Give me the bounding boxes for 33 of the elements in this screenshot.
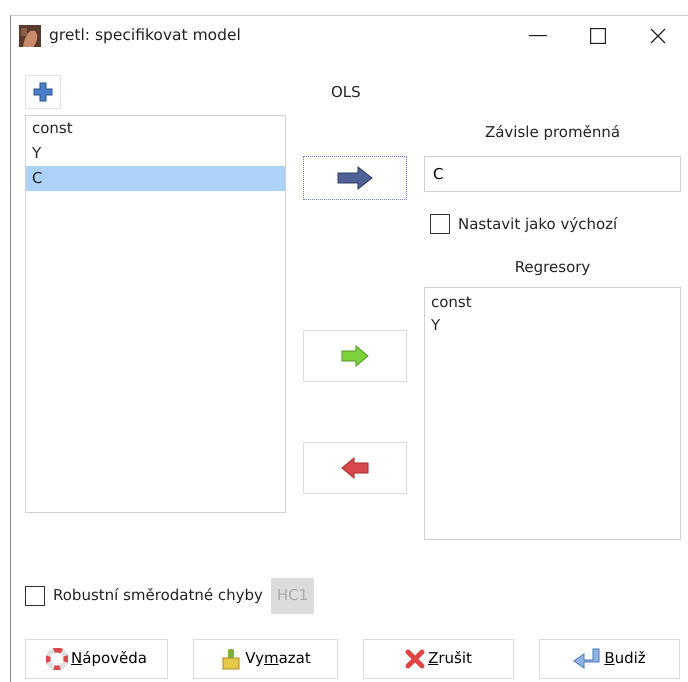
close-icon xyxy=(650,28,666,44)
variable-item[interactable]: const xyxy=(26,116,285,141)
variable-item[interactable]: Y xyxy=(26,141,285,166)
dependent-field[interactable]: C xyxy=(424,156,681,192)
minimize-icon xyxy=(529,35,547,37)
regressor-item[interactable]: const xyxy=(425,290,680,314)
return-arrow-icon xyxy=(573,648,602,670)
checkbox-label: Robustní směrodatné chyby xyxy=(53,585,263,606)
dependent-label: Závisle proměnná xyxy=(484,122,622,141)
lifebuoy-icon xyxy=(46,648,68,670)
dialog-button[interactable]: Vymazat xyxy=(193,638,338,678)
dialog-button[interactable]: Zrušit xyxy=(363,638,514,678)
regressor-item[interactable]: Y xyxy=(425,314,680,336)
estimator-label: OLS xyxy=(331,82,361,103)
plus-icon xyxy=(33,82,53,102)
maximize-icon xyxy=(590,28,606,44)
cross-icon xyxy=(405,648,426,668)
right-arrow-icon xyxy=(337,166,373,190)
dialog-button[interactable]: Nápověda xyxy=(25,638,168,678)
checkbox[interactable] xyxy=(430,214,450,234)
regressors-label: Regresory xyxy=(514,256,592,276)
left-arrow-icon xyxy=(341,457,369,479)
variable-item[interactable]: C xyxy=(26,166,285,191)
dialog-button[interactable]: Budiž xyxy=(539,638,680,678)
app-icon xyxy=(19,25,41,47)
set-dependent-button[interactable] xyxy=(303,156,407,200)
add-button[interactable] xyxy=(25,75,61,109)
window-title: gretl: specifikovat model xyxy=(49,25,242,46)
right-arrow-icon xyxy=(341,345,369,367)
brush-icon xyxy=(220,648,242,670)
checkbox-label: Nastavit jako výchozí xyxy=(458,214,618,235)
remove-regressor-button[interactable] xyxy=(303,442,407,494)
checkbox[interactable] xyxy=(25,586,45,606)
